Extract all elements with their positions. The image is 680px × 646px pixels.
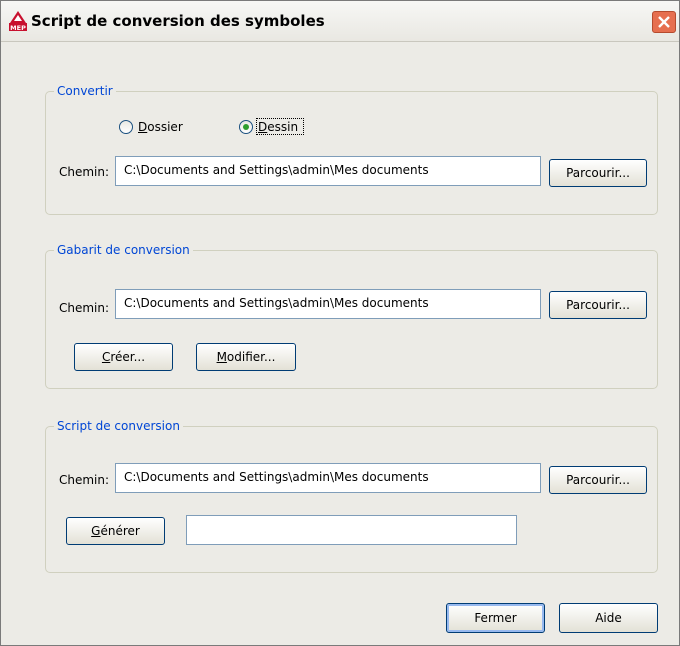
group-convertir: Convertir [45, 84, 658, 215]
window-title: Script de conversion des symboles [31, 12, 325, 30]
group-script-legend: Script de conversion [57, 419, 180, 433]
convertir-path-label: Chemin: [59, 165, 110, 179]
title-bar[interactable]: MEP Script de conversion des symboles [1, 1, 679, 42]
gabarit-path-field[interactable]: C:\Documents and Settings\admin\Mes docu… [115, 289, 541, 319]
script-path-field[interactable]: C:\Documents and Settings\admin\Mes docu… [115, 463, 541, 493]
script-path-label: Chemin: [59, 473, 110, 487]
script-browse-button[interactable]: Parcourir... [549, 466, 647, 494]
close-dialog-button[interactable]: Fermer [446, 603, 545, 633]
modify-button[interactable]: Modifier... [196, 343, 296, 371]
help-button[interactable]: Aide [559, 603, 658, 633]
create-button[interactable]: Créer... [74, 343, 173, 371]
close-icon [658, 16, 670, 28]
convertir-path-field[interactable]: C:\Documents and Settings\admin\Mes docu… [115, 156, 541, 186]
group-convertir-legend: Convertir [57, 84, 113, 98]
generate-output-field[interactable] [186, 515, 517, 545]
gabarit-path-label: Chemin: [59, 301, 110, 315]
autocad-mep-icon: MEP [9, 11, 27, 31]
radio-dossier[interactable] [119, 120, 133, 134]
generate-button[interactable]: Générer [66, 517, 165, 545]
svg-text:MEP: MEP [10, 24, 26, 31]
radio-dessin-label[interactable]: Dessin [258, 120, 298, 134]
group-script: Script de conversion [45, 419, 658, 573]
group-gabarit-legend: Gabarit de conversion [57, 243, 190, 257]
dialog-window: MEP Script de conversion des symboles Co… [0, 0, 680, 646]
radio-dossier-label[interactable]: Dossier [138, 120, 183, 134]
convertir-browse-button[interactable]: Parcourir... [549, 159, 647, 187]
close-button[interactable] [652, 11, 676, 33]
radio-dessin[interactable] [239, 120, 253, 134]
gabarit-browse-button[interactable]: Parcourir... [549, 291, 647, 319]
